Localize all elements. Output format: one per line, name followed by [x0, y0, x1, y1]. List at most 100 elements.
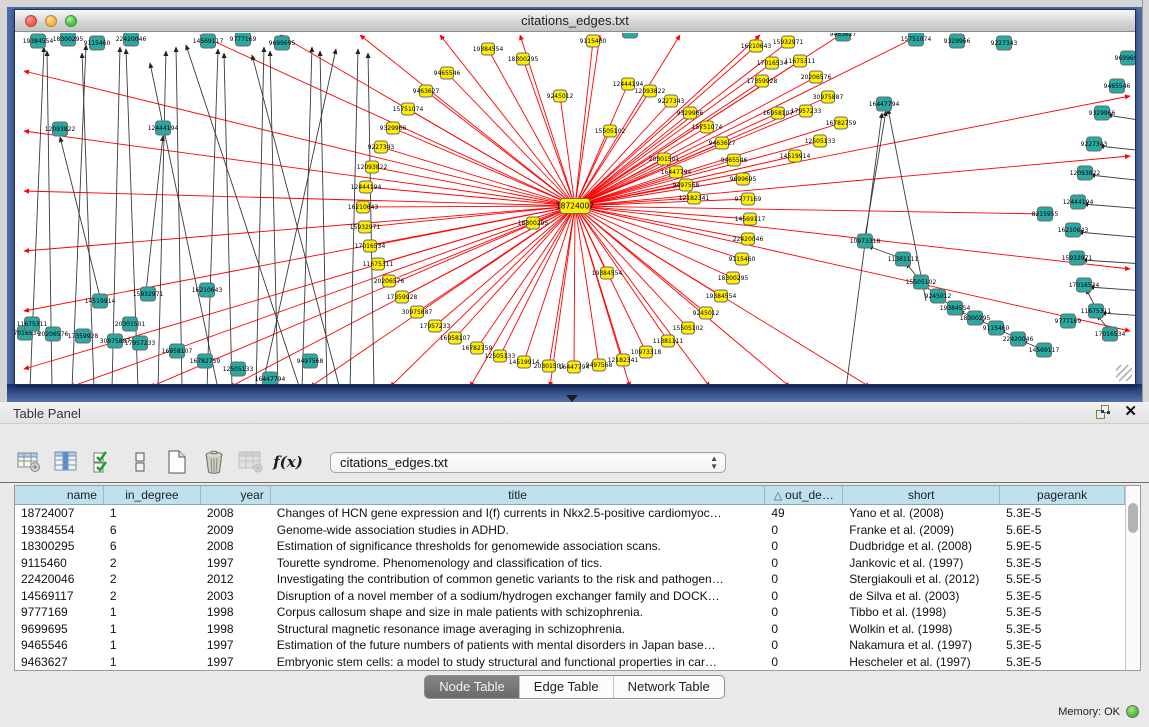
- graph-node[interactable]: 9115460: [729, 253, 756, 265]
- table-cell[interactable]: 1998: [201, 621, 271, 638]
- select-columns-icon[interactable]: [90, 449, 116, 475]
- table-cell[interactable]: 2: [104, 588, 201, 605]
- table-cell[interactable]: 18300295: [15, 538, 104, 555]
- graph-edge[interactable]: [60, 137, 100, 297]
- graph-node[interactable]: 20206576: [38, 327, 69, 341]
- column-header-title[interactable]: title: [271, 486, 766, 504]
- graph-node[interactable]: 17359928: [68, 329, 99, 343]
- resize-grip[interactable]: [1116, 365, 1132, 381]
- graph-edge[interactable]: [865, 111, 886, 237]
- graph-node[interactable]: 15505102: [673, 322, 704, 334]
- graph-edge[interactable]: [575, 96, 1130, 206]
- table-cell[interactable]: 2008: [201, 505, 271, 522]
- graph-node[interactable]: 9465546: [721, 154, 748, 166]
- table-cell[interactable]: 5.3E-5: [1000, 505, 1125, 522]
- table-cell[interactable]: 5.3E-5: [1000, 588, 1125, 605]
- table-cell[interactable]: 5.3E-5: [1000, 604, 1125, 621]
- table-cell[interactable]: 22420046: [15, 571, 104, 588]
- table-cell[interactable]: 19384554: [15, 522, 104, 539]
- graph-node[interactable]: 22420046: [733, 233, 764, 245]
- graph-node[interactable]: 9777169: [735, 193, 762, 205]
- table-cell[interactable]: Yano et al. (2008): [843, 505, 1000, 522]
- graph-edge[interactable]: [575, 206, 1130, 331]
- table-cell[interactable]: Embryonic stem cells: a model to study s…: [271, 654, 766, 671]
- graph-node[interactable]: 12093822: [45, 122, 76, 136]
- graph-edge[interactable]: [574, 206, 575, 367]
- table-cell[interactable]: 0: [765, 604, 843, 621]
- table-cell[interactable]: Tibbo et al. (1998): [843, 604, 1000, 621]
- graph-node[interactable]: 18300295: [53, 33, 84, 46]
- graph-node[interactable]: 11675311: [363, 258, 394, 270]
- table-cell[interactable]: 5.9E-5: [1000, 538, 1125, 555]
- graph-node[interactable]: 16782759: [190, 354, 221, 368]
- graph-node[interactable]: 18724007: [556, 199, 594, 214]
- graph-node[interactable]: 9329966: [944, 34, 971, 48]
- table-cell[interactable]: Dudbridge et al. (2008): [843, 538, 1000, 555]
- network-window-titlebar[interactable]: citations_edges.txt: [15, 10, 1135, 32]
- split-pane-handle[interactable]: [566, 395, 578, 402]
- graph-edge[interactable]: [523, 59, 575, 206]
- table-cell[interactable]: 2012: [201, 571, 271, 588]
- graph-node[interactable]: 14569117: [193, 34, 224, 48]
- graph-node[interactable]: 14519914: [85, 294, 116, 308]
- graph-edge[interactable]: [207, 49, 218, 384]
- graph-node[interactable]: 16782759: [826, 117, 857, 129]
- table-cell[interactable]: 49: [765, 505, 843, 522]
- graph-node[interactable]: 9465546: [617, 33, 644, 38]
- table-cell[interactable]: 0: [765, 522, 843, 539]
- graph-edge[interactable]: [550, 206, 575, 384]
- table-cell[interactable]: 0: [765, 621, 843, 638]
- table-select-combobox[interactable]: citations_edges.txt ▲▼: [330, 452, 726, 473]
- table-row[interactable]: 1456911722003Disruption of a novel membe…: [15, 588, 1125, 605]
- close-panel-icon[interactable]: ✕: [1124, 405, 1137, 419]
- column-header-year[interactable]: year: [201, 486, 271, 504]
- graph-edge[interactable]: [417, 206, 575, 312]
- table-cell[interactable]: 1: [104, 604, 201, 621]
- graph-node[interactable]: 12444194: [351, 181, 382, 193]
- graph-edge[interactable]: [575, 206, 733, 278]
- graph-node[interactable]: 15751074: [692, 121, 723, 133]
- table-cell[interactable]: Estimation of the future numbers of pati…: [271, 637, 766, 654]
- table-row[interactable]: 946362711997Embryonic stem cells: a mode…: [15, 654, 1125, 671]
- graph-edge[interactable]: [252, 55, 340, 384]
- graph-node[interactable]: 15932971: [773, 36, 804, 48]
- graph-node[interactable]: 9115460: [84, 36, 111, 50]
- table-cell[interactable]: 1998: [201, 604, 271, 621]
- column-header-name[interactable]: name: [15, 486, 104, 504]
- graph-node[interactable]: 22420046: [116, 33, 147, 46]
- table-cell[interactable]: 1: [104, 654, 201, 671]
- table-row[interactable]: 2242004622012Investigating the contribut…: [15, 571, 1125, 588]
- graph-node[interactable]: 17359928: [387, 291, 418, 303]
- graph-edge[interactable]: [575, 206, 750, 219]
- table-cell[interactable]: Tourette syndrome. Phenomenology and cla…: [271, 555, 766, 572]
- graph-node[interactable]: 9777169: [230, 33, 257, 46]
- graph-node[interactable]: 9227343: [1081, 137, 1108, 151]
- graph-node[interactable]: 11675311: [785, 55, 816, 67]
- show-columns-icon[interactable]: [53, 449, 79, 475]
- graph-edge[interactable]: [408, 109, 575, 206]
- graph-node[interactable]: 17016534: [1069, 278, 1100, 292]
- table-cell[interactable]: 5.3E-5: [1000, 555, 1125, 572]
- table-cell[interactable]: de Silva et al. (2003): [843, 588, 1000, 605]
- graph-node[interactable]: 15751074: [393, 103, 424, 115]
- table-cell[interactable]: 2: [104, 571, 201, 588]
- table-cell[interactable]: 0: [765, 538, 843, 555]
- graph-node[interactable]: 12093822: [357, 161, 388, 173]
- graph-node[interactable]: 19384554: [23, 34, 54, 48]
- table-cell[interactable]: 0: [765, 637, 843, 654]
- graph-edge[interactable]: [224, 53, 232, 384]
- graph-edge[interactable]: [158, 51, 166, 384]
- table-cell[interactable]: Genome-wide association studies in ADHD.: [271, 522, 766, 539]
- graph-node[interactable]: 17016534: [355, 240, 386, 252]
- graph-node[interactable]: 9465546: [1104, 79, 1131, 93]
- graph-node[interactable]: 17016534: [757, 57, 788, 69]
- table-cell[interactable]: 0: [765, 588, 843, 605]
- graph-edge[interactable]: [390, 206, 575, 384]
- table-cell[interactable]: 9463627: [15, 654, 104, 671]
- table-row[interactable]: 911546021997Tourette syndrome. Phenomeno…: [15, 555, 1125, 572]
- table-cell[interactable]: Nakamura et al. (1997): [843, 637, 1000, 654]
- table-cell[interactable]: 14569117: [15, 588, 104, 605]
- graph-edge[interactable]: [363, 206, 575, 207]
- graph-edge[interactable]: [360, 35, 575, 206]
- graph-node[interactable]: 9777169: [1055, 314, 1082, 328]
